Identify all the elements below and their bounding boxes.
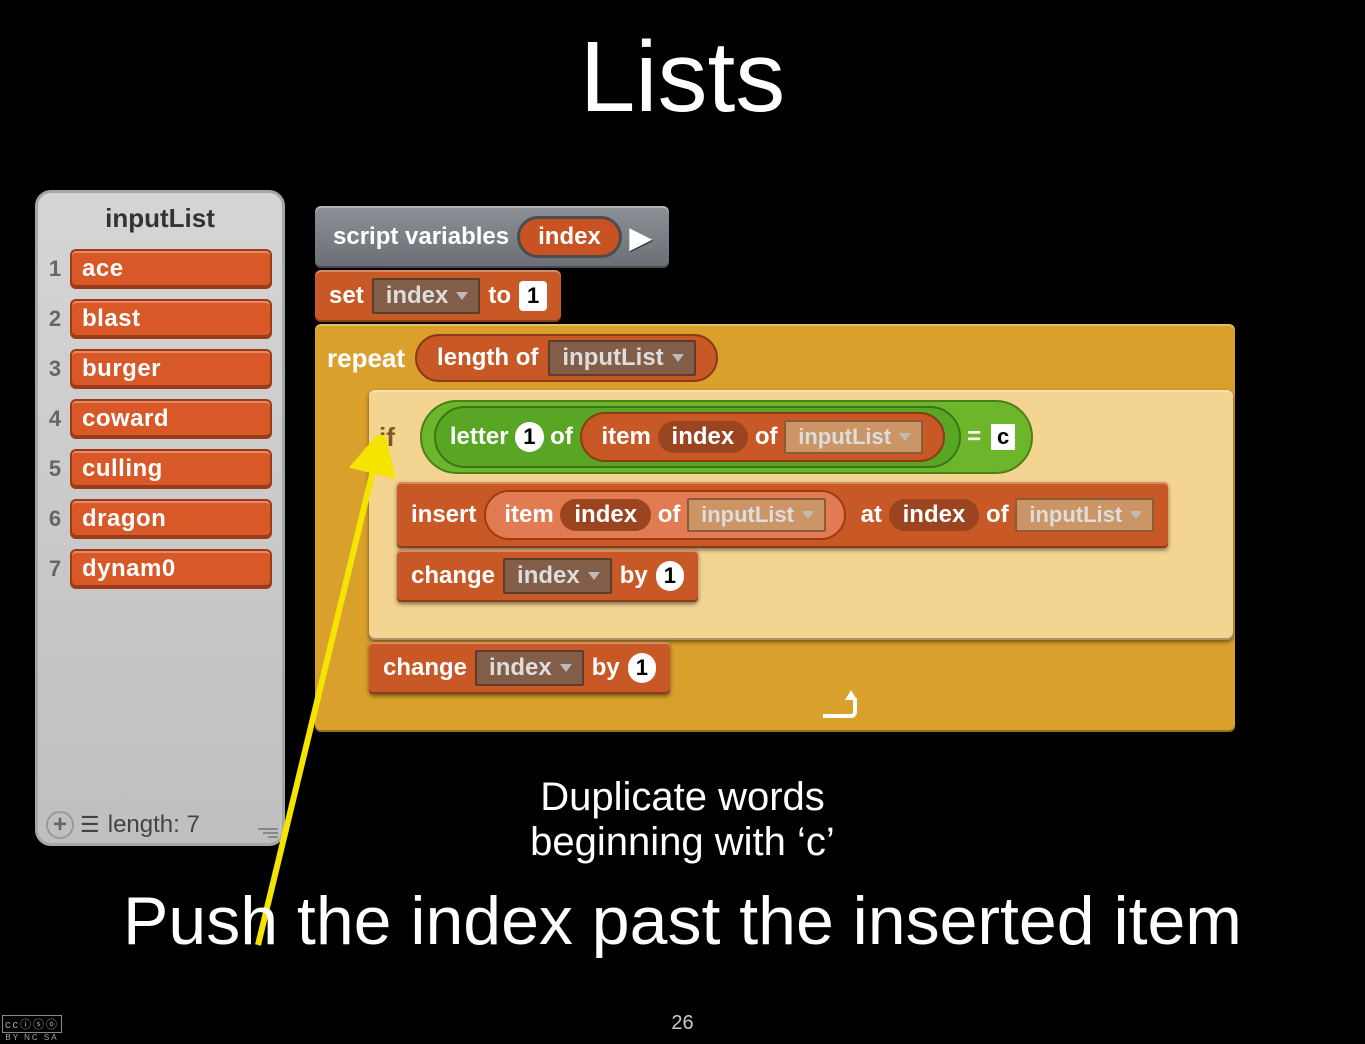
letter-number-input[interactable]: 1 [515,422,543,452]
item-value[interactable]: dragon [70,499,272,539]
item-value[interactable]: blast [70,299,272,339]
item-index: 7 [48,556,62,582]
set-variable-dropdown[interactable]: index [372,278,481,314]
change-var-dropdown-2[interactable]: index [475,650,584,686]
index-reporter-2[interactable]: index [560,499,651,531]
item-value[interactable]: dynam0 [70,549,272,589]
list-item: 1 ace [38,249,282,299]
list-watcher-title: inputList [38,203,282,234]
repeat-bottom [327,694,869,722]
script-variables-block[interactable]: script variables index ▶ [315,206,669,268]
item-of-reporter-2[interactable]: item index of inputList [484,490,846,540]
change-by-input[interactable]: 1 [656,561,684,591]
if-block-bottom [379,608,1229,632]
list-item: 5 culling [38,449,282,499]
item-value[interactable]: burger [70,349,272,389]
equals-predicate[interactable]: letter 1 of item index of inputList [420,400,1033,474]
list-item: 3 burger [38,349,282,399]
equals-rhs-input[interactable]: c [991,424,1015,450]
list-item: 7 dynam0 [38,549,282,599]
set-block[interactable]: set index to 1 [315,270,561,322]
item-index: 5 [48,456,62,482]
list-watcher-panel: inputList 1 ace 2 blast 3 burger 4 coward 5 culli… [35,190,285,846]
item-value[interactable]: culling [70,449,272,489]
list-item: 6 dragon [38,499,282,549]
caption-line-2: Push the index past the inserted item [0,882,1365,960]
index-variable-pill[interactable]: index [517,216,622,258]
list-dropdown[interactable]: inputList [784,420,923,454]
slide-title: Lists [0,20,1365,135]
item-value[interactable]: ace [70,249,272,289]
loop-arrow-icon [823,698,857,718]
insert-block[interactable]: insert item index of inputList at index … [397,482,1168,548]
change-block-inner[interactable]: change index by 1 [397,550,698,602]
cc-license-badge: ccⓘⓢⓞ BY NC SA [2,1015,62,1042]
caption-line-1: Duplicate words beginning with ‘c’ [0,775,1365,865]
item-index: 3 [48,356,62,382]
insert-index-reporter[interactable]: index [889,499,980,531]
item-index: 2 [48,306,62,332]
change-var-dropdown[interactable]: index [503,558,612,594]
letter-of-reporter[interactable]: letter 1 of item index of inputList [434,406,961,468]
list-dropdown-2[interactable]: inputList [687,498,826,532]
change-by-input-2[interactable]: 1 [628,653,656,683]
length-of-reporter[interactable]: length of inputList [415,334,718,382]
change-block-outer[interactable]: change index by 1 [369,642,670,694]
item-index: 1 [48,256,62,282]
item-of-reporter[interactable]: item index of inputList [580,412,946,462]
item-value[interactable]: coward [70,399,272,439]
set-value-input[interactable]: 1 [519,281,547,311]
item-index: 6 [48,506,62,532]
repeat-block[interactable]: repeat length of inputList if letter 1 [315,324,1235,732]
length-of-dropdown[interactable]: inputList [548,340,695,376]
list-item: 2 blast [38,299,282,349]
item-index: 4 [48,406,62,432]
variadic-arrow-icon[interactable]: ▶ [630,221,652,254]
if-block[interactable]: if letter 1 of item index of [369,390,1233,640]
list-items: 1 ace 2 blast 3 burger 4 coward 5 culling 6 dragon 7… [38,249,282,599]
list-dropdown-3[interactable]: inputList [1015,498,1154,532]
list-item: 4 coward [38,399,282,449]
index-reporter[interactable]: index [658,421,749,453]
